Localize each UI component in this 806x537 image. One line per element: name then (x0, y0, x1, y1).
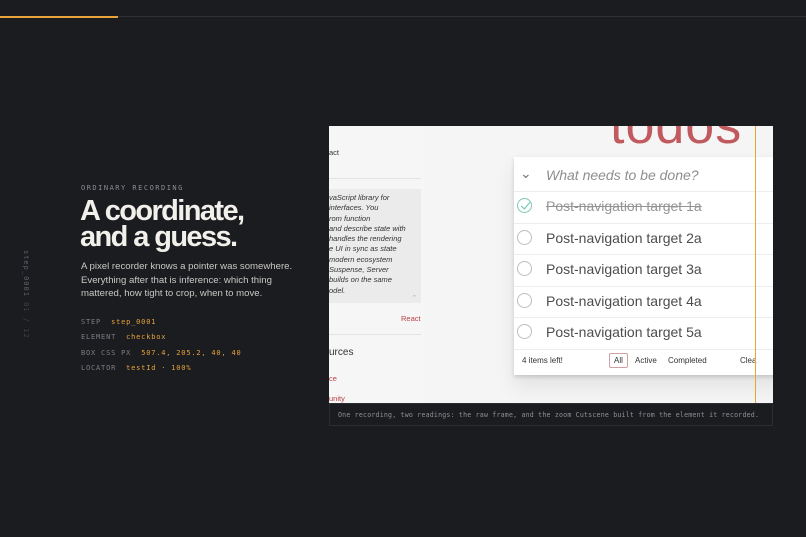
meta-row-step: STEP step_0001 (81, 318, 157, 326)
docs-divider-2 (329, 334, 421, 335)
recorded-frame: act vaScript library for interfaces. You… (329, 126, 773, 403)
meta-row-element: ELEMENT checkbox (81, 333, 167, 342)
docs-divider (329, 178, 421, 179)
docs-link-2[interactable]: unity (329, 394, 345, 403)
meta-row-locator: LOCATOR testId · 100% (81, 363, 192, 372)
filter-completed[interactable]: Completed (663, 353, 712, 368)
side-step-sub: 01 / 12 (22, 302, 30, 339)
docs-pane: act vaScript library for interfaces. You… (329, 126, 425, 403)
intro-body: A pixel recorder knows a pointer was som… (81, 261, 293, 300)
side-step-tag: step_0001 01 / 12 (20, 250, 30, 339)
caption-bar: One recording, two readings: the raw fra… (329, 403, 773, 426)
todo-checkbox[interactable] (517, 324, 532, 340)
top-rule (0, 16, 806, 17)
eyebrow: ORDINARY RECORDING (81, 184, 184, 192)
items-left-count: 4 items left! (522, 356, 563, 365)
scrubber-line (755, 126, 756, 426)
todo-checkbox[interactable] (517, 261, 532, 277)
todo-footer: 4 items left! All Active Completed Clea (514, 346, 773, 375)
todo-label: Post-navigation target 4a (546, 292, 702, 309)
caption-text: One recording, two readings: the raw fra… (338, 411, 760, 419)
filter-all[interactable]: All (609, 353, 628, 368)
todo-label: Post-navigation target 5a (546, 324, 702, 341)
todo-label: Post-navigation target 1a (546, 198, 702, 214)
docs-resources-heading: urces (329, 347, 354, 358)
progress-bar (0, 16, 118, 18)
headline-line-2: and a guess. (80, 221, 238, 253)
side-step-label: step_0001 (22, 250, 30, 297)
meta-list: STEP step_0001 ELEMENT checkbox BOX CSS … (81, 318, 241, 379)
meta-row-box: BOX CSS PX 507.4, 205.2, 40, 40 (81, 348, 242, 357)
todo-header: ⌄ (514, 157, 773, 192)
docs-link-1[interactable]: ce (329, 374, 337, 383)
docs-quote: vaScript library for interfaces. You rom… (329, 189, 421, 303)
docs-react-link[interactable]: React (401, 314, 421, 323)
new-todo-input[interactable] (544, 163, 768, 187)
chevron-down-icon[interactable]: ⌄ (520, 165, 532, 182)
docs-react-label: act (329, 148, 340, 157)
todo-item: Post-navigation target 4a (514, 286, 773, 319)
todo-checkbox[interactable] (517, 198, 532, 213)
todo-card: ⌄ Post-navigation target 1a Post-navigat… (514, 157, 773, 375)
todo-item: Post-navigation target 1a (514, 191, 773, 224)
headline: A coordinate, and a guess. (80, 197, 320, 253)
todo-app-title: todos (610, 126, 743, 155)
quote-mark-icon: ” (413, 294, 416, 303)
todo-checkbox[interactable] (517, 292, 532, 308)
todo-checkbox[interactable] (517, 229, 532, 245)
todo-item: Post-navigation target 2a (514, 223, 773, 256)
filter-active[interactable]: Active (630, 353, 662, 368)
todo-label: Post-navigation target 2a (546, 229, 702, 246)
todo-label: Post-navigation target 3a (546, 261, 702, 278)
todo-item: Post-navigation target 3a (514, 254, 773, 287)
clear-completed-button[interactable]: Clea (740, 356, 756, 365)
